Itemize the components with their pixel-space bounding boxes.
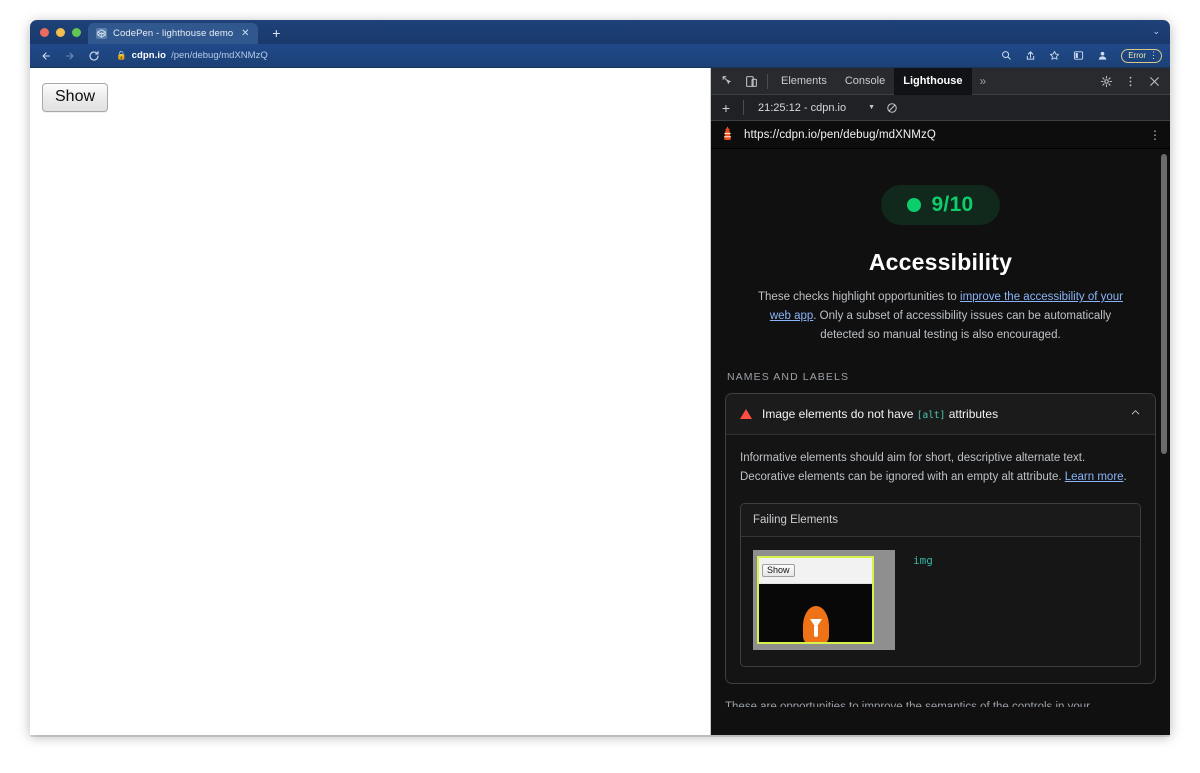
description-after-link: . Only a subset of accessibility issues …	[813, 310, 1112, 341]
failing-elements-body: Show img	[741, 537, 1140, 666]
clear-no-entry-icon[interactable]	[881, 98, 903, 118]
lighthouse-subbar: + 21:25:12 - cdpn.io ▼	[711, 95, 1170, 121]
error-badge-label: Error	[1128, 51, 1146, 60]
new-tab-button[interactable]: +	[266, 23, 286, 43]
flame-figure-icon	[802, 606, 829, 642]
page-content: Show	[30, 68, 711, 735]
kebab-menu-icon[interactable]: ⋮	[1149, 50, 1158, 61]
audit-header[interactable]: Image elements do not have [alt] attribu…	[726, 394, 1155, 435]
codepen-icon	[96, 28, 107, 39]
chevron-up-icon[interactable]	[1130, 407, 1141, 421]
tab-console[interactable]: Console	[836, 68, 894, 95]
lighthouse-report: 9/10 Accessibility These checks highligh…	[711, 149, 1170, 735]
thumbnail-show-button: Show	[762, 563, 795, 578]
report-scrollbar[interactable]	[1161, 154, 1167, 454]
browser-titlebar: CodePen - lighthouse demo ✕ + ⌄	[30, 20, 1170, 44]
sidebar-panel-icon[interactable]	[1072, 49, 1085, 62]
url-path: /pen/debug/mdXNMzQ	[171, 50, 268, 61]
share-icon[interactable]	[1024, 49, 1037, 62]
failing-elements-title: Failing Elements	[741, 504, 1140, 537]
element-screenshot-thumbnail[interactable]: Show	[753, 550, 895, 650]
desktop-background: CodePen - lighthouse demo ✕ + ⌄ 🔒 cdpn.i…	[0, 0, 1200, 773]
audit-title-after: attributes	[945, 407, 999, 421]
star-icon[interactable]	[1048, 49, 1061, 62]
device-toolbar-icon[interactable]	[739, 70, 763, 92]
audit-description-text: Informative elements should aim for shor…	[740, 452, 1086, 483]
thumbnail-page-strip: Show	[759, 558, 872, 584]
lighthouse-url-bar: https://cdpn.io/pen/debug/mdXNMzQ ⋮	[711, 121, 1170, 149]
category-description: These checks highlight opportunities to …	[751, 288, 1131, 345]
report-run-select[interactable]: 21:25:12 - cdpn.io ▼	[750, 102, 879, 114]
next-group-description: These are opportunities to improve the s…	[725, 701, 1090, 707]
element-snippet: img	[913, 554, 933, 567]
browser-viewport: Show Elements Console Lighthouse » + 21:…	[30, 67, 1170, 735]
browser-window: CodePen - lighthouse demo ✕ + ⌄ 🔒 cdpn.i…	[30, 20, 1170, 735]
maximize-window-button[interactable]	[72, 28, 81, 37]
show-button[interactable]: Show	[42, 83, 109, 112]
audit-body: Informative elements should aim for shor…	[726, 435, 1155, 683]
devtools-toolbar: Elements Console Lighthouse »	[711, 67, 1170, 95]
arrow-left-icon[interactable]	[38, 48, 53, 63]
lock-icon: 🔒	[116, 50, 127, 60]
tab-lighthouse[interactable]: Lighthouse	[894, 67, 972, 95]
toolbar-divider	[767, 73, 768, 89]
chevron-down-icon[interactable]: ⌄	[1152, 26, 1160, 37]
more-tabs-button[interactable]: »	[972, 74, 995, 88]
category-title: Accessibility	[868, 249, 1013, 275]
devtools-toolbar-actions	[1094, 70, 1166, 92]
report-run-label: 21:25:12 - cdpn.io	[758, 101, 847, 114]
subbar-divider	[743, 100, 744, 115]
kebab-menu-icon[interactable]	[1118, 70, 1142, 92]
reload-icon[interactable]	[86, 48, 101, 63]
devtools-panel: Elements Console Lighthouse » + 21:25:12…	[711, 67, 1170, 735]
audit-card: Image elements do not have [alt] attribu…	[725, 393, 1156, 684]
window-bottom-edge	[30, 735, 1170, 737]
tab-elements[interactable]: Elements	[772, 68, 836, 95]
audit-title-code: [alt]	[916, 410, 946, 421]
fail-triangle-icon	[740, 409, 752, 419]
close-icon[interactable]	[1142, 70, 1166, 92]
omnibox-actions: Error ⋮	[1000, 48, 1162, 63]
score-area: 9/10	[725, 149, 1156, 225]
profile-avatar-icon[interactable]	[1096, 49, 1109, 62]
browser-navbar: 🔒 cdpn.io/pen/debug/mdXNMzQ Error ⋮	[30, 44, 1170, 68]
audit-group-title: NAMES AND LABELS	[727, 371, 850, 383]
url-host: cdpn.io	[131, 50, 167, 61]
audit-title-before: Image elements do not have	[762, 407, 917, 421]
inspect-element-icon[interactable]	[715, 70, 739, 92]
close-window-button[interactable]	[40, 28, 49, 37]
new-report-button[interactable]: +	[715, 98, 737, 118]
audit-title: Image elements do not have [alt] attribu…	[762, 407, 1120, 421]
minimize-window-button[interactable]	[56, 28, 65, 37]
score-pill: 9/10	[881, 185, 1000, 225]
address-bar[interactable]: 🔒 cdpn.io/pen/debug/mdXNMzQ	[116, 50, 268, 61]
audit-description-period: .	[1123, 471, 1127, 483]
close-icon[interactable]: ✕	[239, 28, 251, 40]
report-url: https://cdpn.io/pen/debug/mdXNMzQ	[744, 128, 936, 141]
tab-title: CodePen - lighthouse demo	[113, 28, 234, 39]
learn-more-link[interactable]: Learn more	[1065, 471, 1124, 483]
search-icon[interactable]	[1000, 49, 1013, 62]
tab-strip: CodePen - lighthouse demo ✕ +	[88, 20, 286, 44]
window-traffic-lights	[40, 28, 81, 37]
chevron-down-icon: ▼	[868, 104, 876, 111]
audit-description: Informative elements should aim for shor…	[740, 449, 1141, 487]
failing-elements-box: Failing Elements Show img	[740, 503, 1141, 667]
browser-tab[interactable]: CodePen - lighthouse demo ✕	[88, 23, 259, 44]
score-status-dot	[907, 198, 922, 212]
lighthouse-icon	[721, 126, 734, 144]
error-badge-button[interactable]: Error ⋮	[1121, 48, 1162, 63]
gear-icon[interactable]	[1094, 70, 1118, 92]
score-value: 9/10	[931, 193, 974, 216]
thumbnail-image-area	[759, 584, 872, 642]
element-highlight-box: Show	[757, 556, 874, 644]
description-before-link: These checks highlight opportunities to	[758, 291, 961, 303]
arrow-right-icon[interactable]	[62, 48, 77, 63]
kebab-menu-icon[interactable]: ⋮	[1149, 128, 1161, 142]
